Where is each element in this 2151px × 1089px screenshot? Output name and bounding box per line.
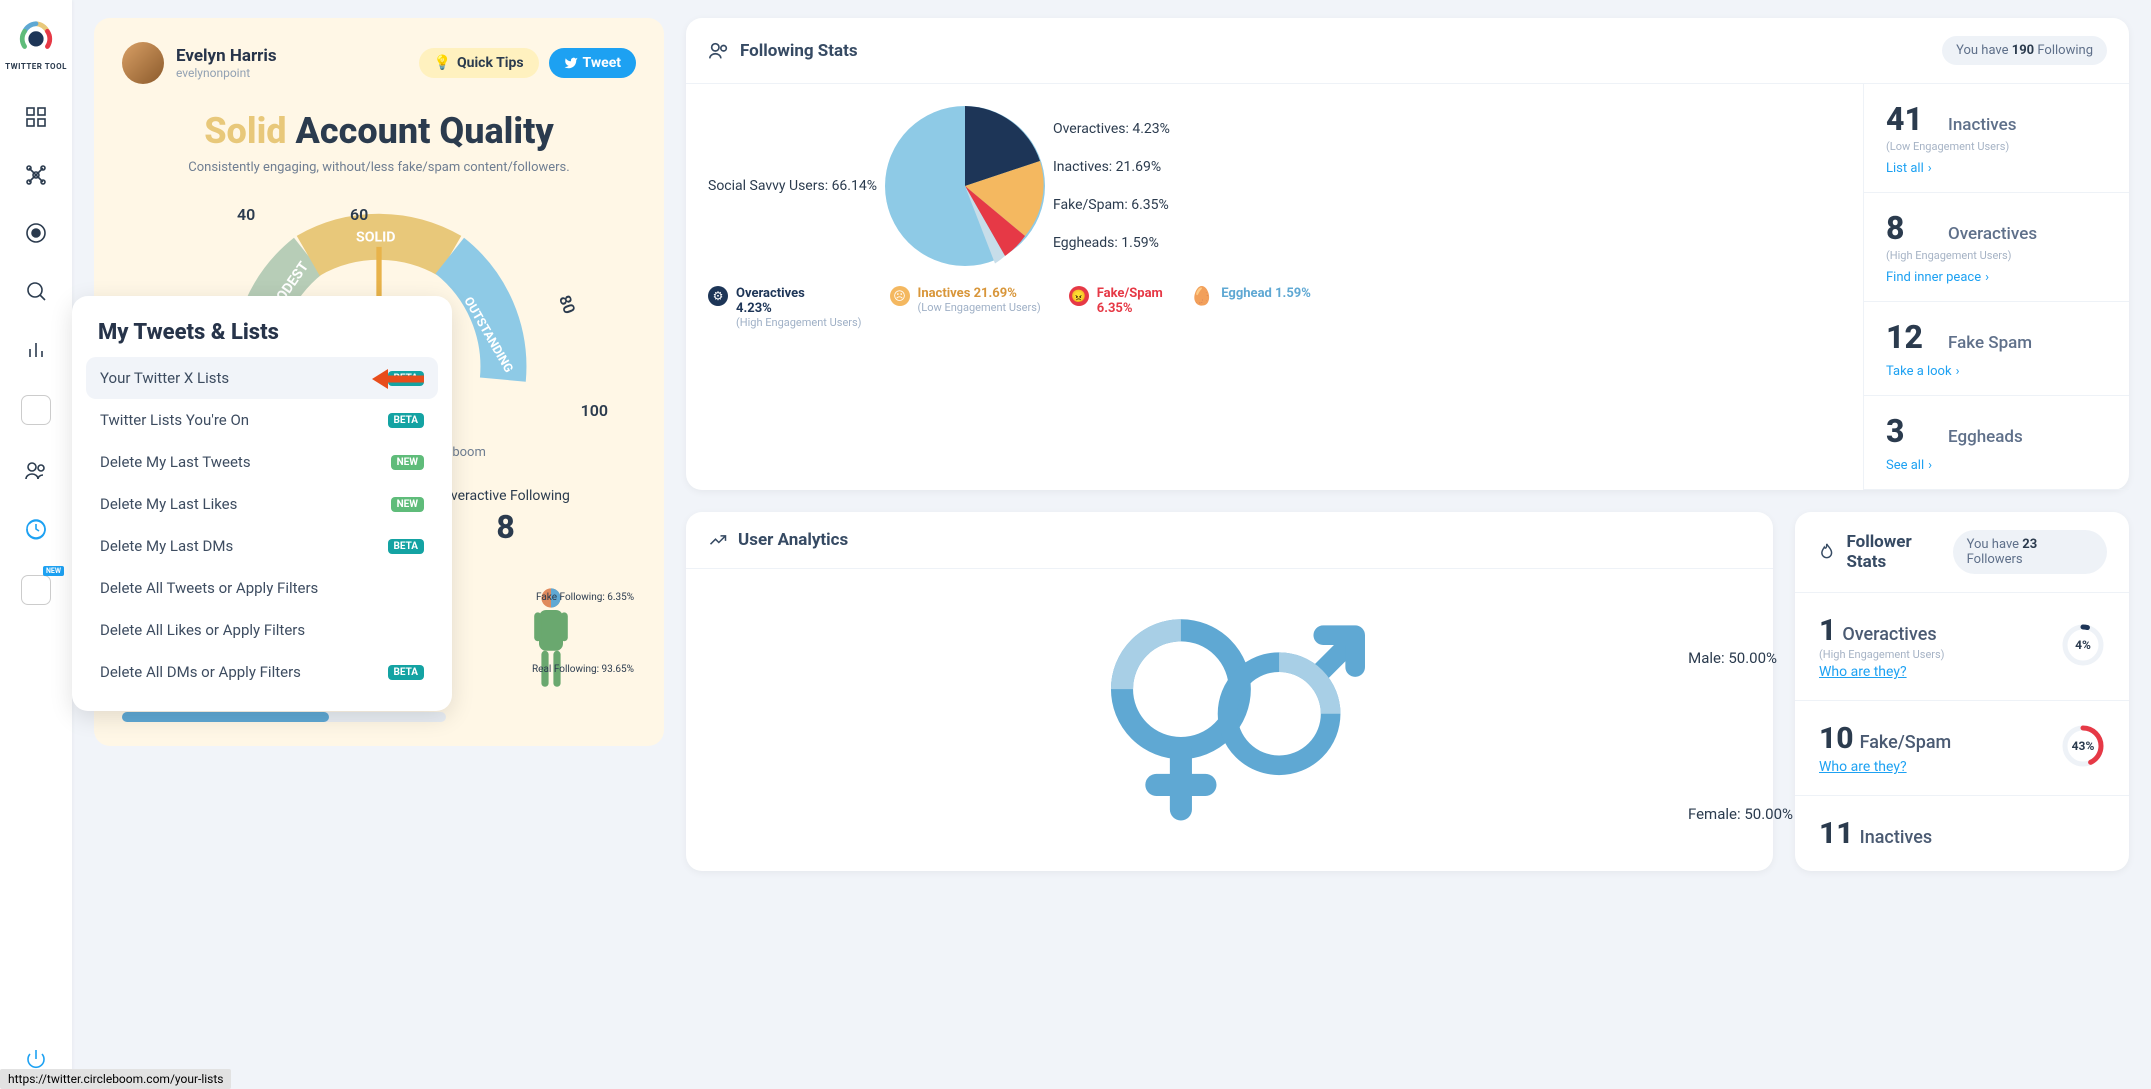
gear-face-icon: ⚙ [708, 286, 728, 306]
follower-stats-title: Follower Stats [1817, 532, 1953, 572]
analytics-icon[interactable] [24, 337, 48, 361]
search-icon[interactable] [24, 279, 48, 303]
user-name: Evelyn Harris [176, 46, 277, 66]
hero-title: Solid Account Quality [122, 110, 636, 152]
followers-count-chip: You have 23 Followers [1953, 530, 2107, 574]
stat-cell: 41Inactives(Low Engagement Users)List al… [1864, 84, 2129, 193]
overactive-following-label: Overactive Following [441, 488, 570, 504]
dashboard-icon[interactable] [24, 105, 48, 129]
target-icon[interactable] [24, 221, 48, 245]
follower-stat-row: 10Fake/SpamWho are they?43% [1795, 701, 2129, 796]
stat-cell: 12Fake SpamTake a look › [1864, 302, 2129, 396]
following-pie-chart [885, 106, 1045, 266]
trash-icon[interactable] [21, 395, 51, 425]
user-analytics-title: User Analytics [708, 530, 848, 550]
popup-item[interactable]: Delete All Likes or Apply Filters [86, 609, 438, 651]
stat-link[interactable]: List all › [1886, 161, 1932, 176]
users-icon[interactable] [24, 459, 48, 483]
male-label: Male: 50.00% [1688, 649, 1777, 667]
angry-face-icon: 😠 [1069, 286, 1089, 306]
popup-item[interactable]: Delete All Tweets or Apply Filters [86, 567, 438, 609]
popup-item[interactable]: Delete My Last TweetsNEW [86, 441, 438, 483]
stat-cell: 8Overactives(High Engagement Users)Find … [1864, 193, 2129, 302]
follower-stat-row: 11Inactives [1795, 796, 2129, 871]
brand-label: TWITTER TOOL [5, 62, 67, 71]
popup-item[interactable]: Twitter Lists You're OnBETA [86, 399, 438, 441]
chart-icon [708, 530, 728, 550]
popup-item[interactable]: Delete All DMs or Apply FiltersBETA [86, 651, 438, 693]
popup-item[interactable]: Delete My Last DMsBETA [86, 525, 438, 567]
lightbulb-icon: 💡 [434, 55, 451, 71]
pie-label-fakespam: Fake/Spam: 6.35% [1053, 197, 1170, 213]
status-bar-url: https://twitter.circleboom.com/your-list… [0, 1069, 231, 1089]
pie-label-inactives: Inactives: 21.69% [1053, 159, 1170, 175]
following-stats-title: Following Stats [708, 40, 858, 62]
quick-tips-button[interactable]: 💡 Quick Tips [419, 48, 539, 78]
twitter-icon [564, 56, 578, 70]
user-handle: evelynonpoint [176, 66, 277, 80]
users-group-icon [708, 40, 730, 62]
gender-symbols [1095, 591, 1365, 836]
popup-item[interactable]: Delete My Last LikesNEW [86, 483, 438, 525]
new-badge: NEW [43, 566, 64, 576]
history-icon[interactable] [24, 517, 48, 541]
network-icon[interactable] [24, 163, 48, 187]
stat-cell: 3EggheadsSee all › [1864, 396, 2129, 490]
follower-stat-row: 1Overactives(High Engagement Users)Who a… [1795, 593, 2129, 701]
sidebar: TWITTER TOOL NEW [0, 0, 72, 1089]
pie-label-social: Social Savvy Users: 66.14% [708, 178, 877, 194]
following-count-chip: You have 190 Following [1942, 36, 2107, 65]
hero-subtitle: Consistently engaging, without/less fake… [122, 160, 636, 175]
following-stats-card: Following Stats You have 190 Following S… [686, 18, 2129, 490]
user-analytics-card: User Analytics Male: 5 [686, 512, 1773, 871]
avatar[interactable] [122, 42, 164, 84]
overactive-following-value: 8 [441, 508, 570, 546]
x-twitter-icon[interactable]: NEW [21, 575, 51, 605]
female-label: Female: 50.00% [1688, 805, 1793, 823]
svg-text:SOLID: SOLID [356, 230, 395, 246]
stat-link[interactable]: Take a look › [1886, 364, 1959, 379]
brand: TWITTER TOOL [5, 18, 67, 71]
follower-stats-card: Follower Stats You have 23 Followers 1Ov… [1795, 512, 2129, 871]
pie-label-eggheads: Eggheads: 1.59% [1053, 235, 1170, 251]
tweets-lists-popup: My Tweets & Lists Your Twitter X ListsBE… [72, 296, 452, 711]
power-icon[interactable] [24, 1047, 48, 1071]
sad-face-icon: ☹ [890, 286, 910, 306]
stat-link[interactable]: See all › [1886, 458, 1932, 473]
popup-item[interactable]: Your Twitter X ListsBETA [86, 357, 438, 399]
tweet-button[interactable]: Tweet [549, 48, 636, 78]
egg-icon: 🥚 [1191, 286, 1213, 307]
follower-link[interactable]: Who are they? [1819, 664, 1907, 680]
stat-link[interactable]: Find inner peace › [1886, 270, 1989, 285]
popup-title: My Tweets & Lists [86, 314, 438, 357]
following-stat-list: 41Inactives(Low Engagement Users)List al… [1863, 84, 2129, 490]
follower-link[interactable]: Who are they? [1819, 759, 1907, 775]
following-ratio-figure: Fake Following: 6.35% Real Following: 93… [466, 586, 636, 694]
flame-icon [1817, 542, 1836, 562]
pie-legend: ⚙ Overactives 4.23% (High Engagement Use… [708, 286, 1841, 329]
pie-label-overactives: Overactives: 4.23% [1053, 121, 1170, 137]
logo-icon [17, 18, 55, 56]
